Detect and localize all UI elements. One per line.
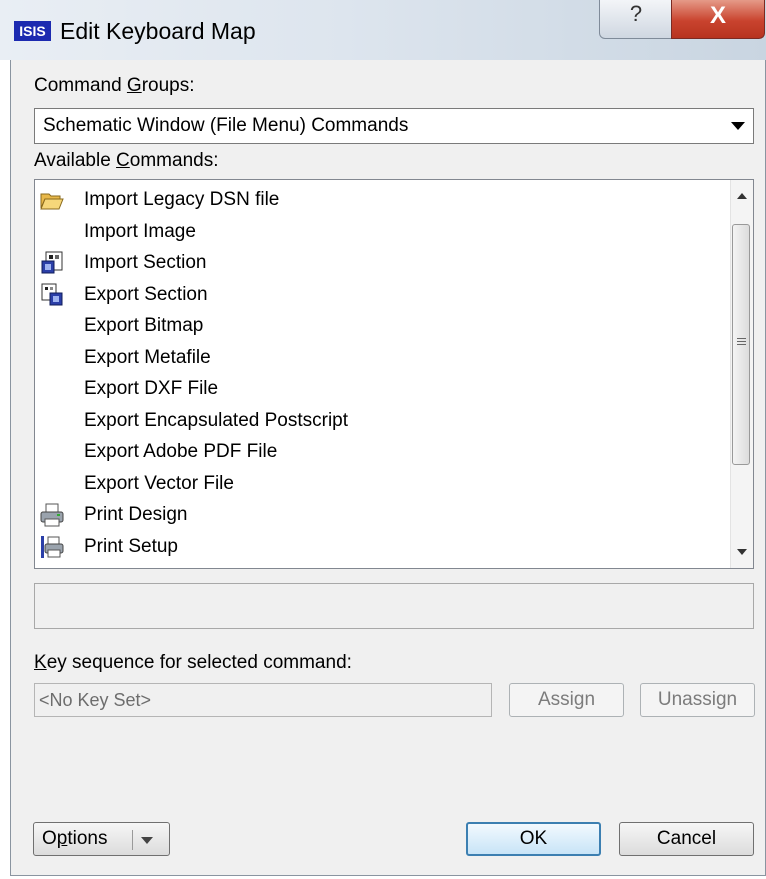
command-list-item[interactable]: Print Setup — [35, 532, 725, 563]
key-sequence-value: <No Key Set> — [39, 690, 152, 710]
command-label: Export DXF File — [84, 378, 219, 399]
dropdown-arrow-icon[interactable] — [141, 837, 153, 844]
command-list-item[interactable]: Export Encapsulated Postscript — [35, 406, 725, 437]
close-button[interactable]: X — [671, 0, 765, 39]
command-label: Export Metafile — [84, 346, 211, 368]
window-title: Edit Keyboard Map — [60, 18, 256, 44]
command-list-item[interactable]: Export Metafile — [35, 343, 725, 374]
command-label: Export Encapsulated Postscript — [84, 409, 349, 431]
key-sequence-field: <No Key Set> — [34, 683, 492, 717]
cancel-button[interactable]: Cancel — [619, 822, 754, 856]
chevron-down-icon — [731, 122, 745, 130]
command-label: Print Setup — [84, 535, 178, 557]
command-label: Export Vector File — [84, 472, 234, 494]
key-sequence-label: Key sequence for selected command: — [34, 652, 352, 673]
command-list-item[interactable]: Import Image — [35, 217, 725, 248]
options-separator — [132, 830, 133, 850]
unassign-button[interactable]: Unassign — [640, 683, 755, 717]
title-bar[interactable]: ISIS Edit Keyboard Map ? X — [0, 0, 766, 60]
scrollbar-thumb[interactable] — [732, 224, 750, 465]
scroll-up-arrow-icon[interactable] — [737, 193, 747, 199]
grip-icon — [737, 338, 746, 346]
command-label: Export Bitmap — [84, 315, 204, 336]
command-groups-selected: Schematic Window (File Menu) Commands — [43, 115, 409, 136]
export-section-icon — [40, 283, 64, 307]
command-list-item[interactable]: Export DXF File — [35, 374, 725, 405]
folder-open-icon — [40, 188, 64, 212]
command-list-item[interactable]: Export Section — [35, 280, 725, 311]
edit-keyboard-map-dialog: ISIS Edit Keyboard Map ? X Command Group… — [0, 0, 766, 879]
command-list-item[interactable]: Export Vector File — [35, 469, 725, 500]
options-button[interactable]: Options — [33, 822, 170, 856]
scroll-down-arrow-icon[interactable] — [737, 549, 747, 555]
command-label: Print Design — [84, 504, 188, 525]
command-list-item[interactable]: Export Adobe PDF File — [35, 437, 725, 468]
assign-button[interactable]: Assign — [509, 683, 624, 717]
print-setup-icon — [40, 535, 64, 559]
available-commands-label: Available Commands: — [34, 150, 219, 171]
command-label: Import Image — [84, 220, 196, 242]
command-groups-dropdown[interactable]: Schematic Window (File Menu) Commands — [34, 108, 754, 144]
command-list-item[interactable]: Print Design — [35, 500, 725, 531]
command-list-item[interactable]: Import Section — [35, 248, 725, 279]
command-label: Import Section — [84, 252, 207, 273]
isis-app-icon: ISIS — [14, 21, 51, 41]
close-icon: X — [709, 2, 726, 29]
help-icon: ? — [629, 1, 643, 26]
printer-icon — [40, 503, 64, 527]
available-commands-list[interactable]: Import Legacy DSN file Import Image Import… — [34, 179, 754, 569]
command-list-item[interactable]: Import Legacy DSN file — [35, 185, 725, 216]
dialog-body: Command Groups: Schematic Window (File M… — [10, 60, 766, 876]
command-label: Export Section — [84, 283, 208, 305]
ok-button[interactable]: OK — [466, 822, 601, 856]
command-groups-label: Command Groups: — [34, 75, 195, 96]
command-list-item[interactable]: Export Bitmap — [35, 311, 725, 342]
list-scrollbar[interactable] — [730, 180, 753, 568]
command-label: Export Adobe PDF File — [84, 441, 278, 462]
command-description-box — [34, 583, 754, 629]
import-section-icon — [40, 251, 64, 275]
help-button[interactable]: ? — [599, 0, 673, 39]
command-label: Import Legacy DSN file — [84, 189, 280, 210]
options-label: Options — [42, 828, 108, 849]
